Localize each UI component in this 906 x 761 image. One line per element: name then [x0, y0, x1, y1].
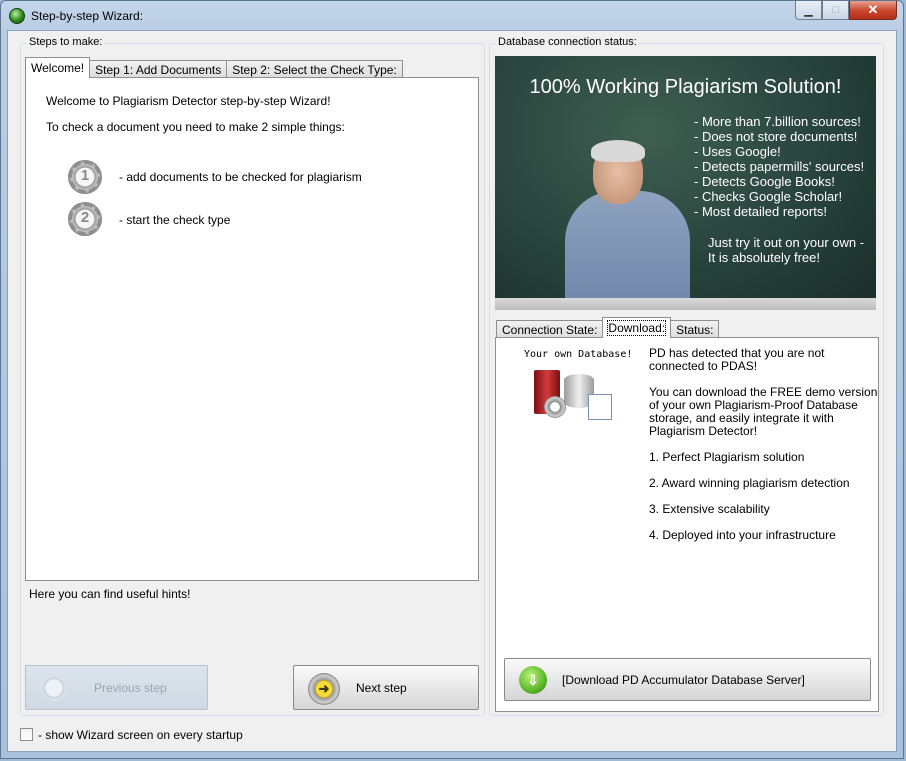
download-arrow-icon: ⇩ — [519, 666, 547, 694]
promo-bullet: - More than 7.billion sources! — [694, 114, 861, 129]
step-2-gear-icon: 2 — [68, 202, 102, 236]
promo-bullet: - Most detailed reports! — [694, 204, 827, 219]
promo-bullet: - Detects Google Books! — [694, 174, 835, 189]
promo-bullet: - Uses Google! — [694, 144, 781, 159]
previous-step-label: Previous step — [94, 681, 167, 695]
step-2-text: - start the check type — [119, 213, 231, 227]
tab-download[interactable]: Download: — [602, 317, 672, 338]
intro-text: To check a document you need to make 2 s… — [46, 120, 345, 134]
feature-item: 3. Extensive scalability — [649, 502, 770, 516]
tab-step1[interactable]: Step 1: Add Documents — [89, 60, 228, 78]
title-bar[interactable]: Step-by-step Wizard: ▁ □ ✕ — [1, 1, 903, 31]
hint-text: Here you can find useful hints! — [29, 587, 191, 601]
steps-tabstrip: Welcome! Step 1: Add Documents Step 2: S… — [25, 57, 403, 78]
tab-welcome[interactable]: Welcome! — [25, 57, 91, 78]
tab-welcome-label: Welcome! — [31, 61, 85, 75]
next-step-button[interactable]: ➜ Next step — [293, 665, 479, 710]
steps-group-title: Steps to make: — [27, 36, 105, 48]
promo-cta-line: Just try it out on your own - — [708, 235, 865, 250]
welcome-text: Welcome to Plagiarism Detector step-by-s… — [46, 94, 331, 108]
promo-banner[interactable]: 100% Working Plagiarism Solution! - More… — [495, 56, 876, 310]
promo-bullet: - Does not store documents! — [694, 129, 858, 144]
promo-bullet: - Detects papermills' sources! — [694, 159, 865, 174]
window-title: Step-by-step Wizard: — [31, 9, 144, 23]
close-button[interactable]: ✕ — [849, 1, 897, 20]
presenter-hair — [591, 140, 645, 162]
step-2-number: 2 — [80, 209, 90, 226]
feature-item: 1. Perfect Plagiarism solution — [649, 450, 805, 464]
promo-cta: Just try it out on your own - It is abso… — [708, 235, 864, 265]
maximize-button[interactable]: □ — [822, 1, 849, 20]
promo-desk — [495, 298, 876, 310]
tab-download-label: Download: — [607, 320, 667, 336]
download-server-button[interactable]: ⇩ [Download PD Accumulator Database Serv… — [504, 658, 871, 701]
next-step-label: Next step — [356, 681, 407, 695]
step-1-gear-icon: 1 — [68, 160, 102, 194]
description-line: connected to PDAS! — [649, 359, 758, 373]
show-wizard-label: - show Wizard screen on every startup — [38, 728, 243, 742]
database-status-title: Database connection status: — [496, 36, 639, 48]
arrow-left-icon — [39, 673, 69, 703]
db-caption: Your own Database! — [524, 349, 633, 360]
tab-step2[interactable]: Step 2: Select the Check Type: — [226, 60, 403, 78]
promo-cta-line: It is absolutely free! — [708, 250, 820, 265]
download-description: PD has detected that you are not connect… — [649, 347, 877, 542]
promo-bullets: - More than 7.billion sources! - Does no… — [694, 114, 864, 219]
app-globe-icon — [9, 8, 25, 24]
promo-bullet: - Checks Google Scholar! — [694, 189, 843, 204]
tab-step2-label: Step 2: Select the Check Type: — [232, 63, 397, 77]
minimize-button[interactable]: ▁ — [795, 1, 822, 20]
show-wizard-checkbox[interactable] — [20, 728, 33, 741]
arrow-right-icon: ➜ — [308, 673, 340, 705]
presenter-shirt — [565, 191, 690, 306]
promo-title: 100% Working Plagiarism Solution! — [529, 76, 842, 98]
description-line: Plagiarism Detector! — [649, 424, 758, 438]
tab-status-label: Status: — [676, 323, 714, 337]
tab-status[interactable]: Status: — [670, 320, 720, 338]
tab-connection-state-label: Connection State: — [502, 323, 598, 337]
feature-item: 2. Award winning plagiarism detection — [649, 476, 850, 490]
step-1-number: 1 — [80, 167, 90, 184]
status-tabstrip: Connection State: Download: Status: — [496, 317, 720, 338]
feature-item: 4. Deployed into your infrastructure — [649, 528, 836, 542]
tab-connection-state[interactable]: Connection State: — [496, 320, 604, 338]
step-1-text: - add documents to be checked for plagia… — [119, 170, 362, 184]
tab-step1-label: Step 1: Add Documents — [95, 63, 222, 77]
download-tabpage: Your own Database! PD has detected that … — [495, 337, 879, 712]
download-server-label: [Download PD Accumulator Database Server… — [562, 673, 805, 687]
previous-step-button[interactable]: Previous step — [25, 665, 208, 710]
database-server-icon — [532, 364, 612, 422]
welcome-tabpage: Welcome to Plagiarism Detector step-by-s… — [25, 77, 479, 581]
